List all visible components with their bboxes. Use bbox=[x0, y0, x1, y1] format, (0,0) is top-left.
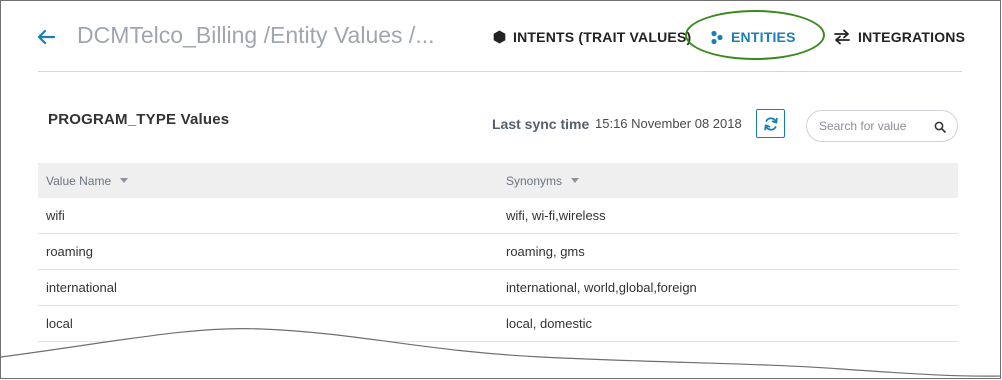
table-row[interactable]: wifi wifi, wi-fi,wireless bbox=[38, 198, 958, 234]
synonyms-cell: local, domestic bbox=[506, 316, 592, 331]
value-name-cell: roaming bbox=[46, 244, 93, 259]
nav-entities-tab[interactable]: ENTITIES bbox=[710, 27, 796, 47]
arrow-left-icon[interactable] bbox=[34, 25, 58, 49]
swap-arrows-icon bbox=[833, 29, 851, 45]
synonyms-cell: roaming, gms bbox=[506, 244, 585, 259]
nav-integrations-tab[interactable]: INTEGRATIONS bbox=[833, 27, 965, 47]
sync-time-value: 15:16 November 08 2018 bbox=[595, 116, 742, 131]
breadcrumb: DCMTelco_Billing /Entity Values /... bbox=[77, 22, 435, 48]
sync-label: Last sync time bbox=[492, 116, 590, 132]
table-header: Value Name Synonyms bbox=[38, 163, 958, 198]
table-row[interactable]: international international, world,globa… bbox=[38, 270, 958, 306]
refresh-icon bbox=[763, 116, 778, 131]
nav-intents-label: INTENTS (TRAIT VALUES) bbox=[513, 29, 692, 45]
table-row[interactable]: local local, domestic bbox=[38, 306, 958, 342]
column-header-synonyms[interactable]: Synonyms bbox=[506, 163, 580, 198]
value-name-cell: international bbox=[46, 280, 117, 295]
synonyms-cell: international, world,global,foreign bbox=[506, 280, 697, 295]
search-input[interactable] bbox=[819, 117, 927, 135]
value-name-cell: local bbox=[46, 316, 73, 331]
values-table: Value Name Synonyms wifi wifi, wi-fi,wir… bbox=[38, 163, 958, 342]
header-divider bbox=[38, 71, 962, 72]
entities-dots-icon bbox=[710, 30, 724, 44]
sync-button[interactable] bbox=[756, 109, 785, 138]
nav-entities-label: ENTITIES bbox=[731, 29, 796, 45]
section-title: PROGRAM_TYPE Values bbox=[48, 111, 230, 128]
hexagon-icon bbox=[493, 30, 506, 44]
column-header-value-name[interactable]: Value Name bbox=[46, 163, 129, 198]
nav-intents-tab[interactable]: INTENTS (TRAIT VALUES) bbox=[493, 27, 691, 47]
nav-integrations-label: INTEGRATIONS bbox=[858, 29, 966, 45]
column-header-label: Synonyms bbox=[506, 173, 563, 188]
search-icon[interactable] bbox=[934, 121, 946, 133]
sort-caret-icon bbox=[120, 178, 129, 183]
column-header-label: Value Name bbox=[46, 173, 112, 188]
table-row[interactable]: roaming roaming, gms bbox=[38, 234, 958, 270]
value-name-cell: wifi bbox=[46, 208, 65, 223]
synonyms-cell: wifi, wi-fi,wireless bbox=[506, 208, 606, 223]
search-box[interactable] bbox=[806, 110, 958, 142]
app-window: DCMTelco_Billing /Entity Values /... INT… bbox=[0, 0, 1001, 379]
sort-caret-icon bbox=[571, 178, 580, 183]
